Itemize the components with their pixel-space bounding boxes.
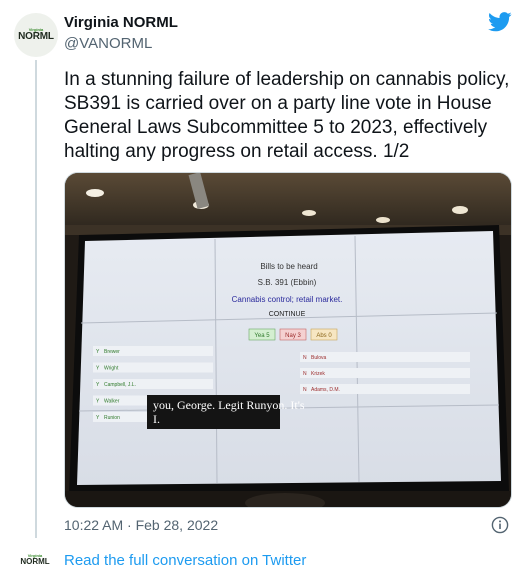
- account-handle[interactable]: @VANORML: [64, 35, 152, 52]
- ceiling-light: [86, 189, 104, 197]
- ceiling-light: [376, 217, 390, 223]
- footer-logo: Virginia NORML: [18, 549, 52, 571]
- tweet-card: Virginia NORML Virginia NORML @VANORML I…: [0, 0, 525, 581]
- thread-line: [35, 60, 37, 538]
- vote-name: Wright: [104, 366, 119, 372]
- avatar[interactable]: Virginia NORML: [14, 13, 58, 57]
- vote-name: Adams, D.M.: [311, 387, 340, 393]
- screen-bill: S.B. 391 (Ebbin): [258, 278, 317, 287]
- vote-name: Bulova: [311, 355, 327, 361]
- tweet-text: In a stunning failure of leadership on c…: [64, 69, 510, 162]
- screen-status: CONTINUE: [269, 311, 306, 318]
- abs-tally: Abs 0: [316, 333, 332, 339]
- ceiling-light: [452, 206, 468, 214]
- screen-heading: Bills to be heard: [260, 262, 317, 271]
- screen-subject: Cannabis control; retail market.: [232, 295, 343, 304]
- photo-scene: Bills to be heard S.B. 391 (Ebbin) Canna…: [65, 173, 511, 507]
- vote-row: [300, 368, 470, 378]
- account-name[interactable]: Virginia NORML: [64, 14, 178, 31]
- avatar-logo-text: NORML: [18, 30, 54, 42]
- vote-name: Campbell, J.L.: [104, 382, 136, 388]
- twitter-bird-icon[interactable]: [488, 12, 512, 32]
- vote-mark: N: [303, 371, 307, 377]
- yea-tally: Yea 5: [254, 333, 270, 339]
- tweet-timestamp[interactable]: 10:22 AM · Feb 28, 2022: [64, 517, 218, 533]
- read-conversation-link[interactable]: Read the full conversation on Twitter: [64, 552, 306, 569]
- tweet-photo[interactable]: Bills to be heard S.B. 391 (Ebbin) Canna…: [64, 172, 512, 508]
- vote-mark: N: [303, 387, 307, 393]
- footer-logo-text: NORML: [20, 557, 50, 566]
- vote-name: Walker: [104, 399, 120, 405]
- vote-name: Krizek: [311, 371, 325, 377]
- ceiling-light: [302, 210, 316, 216]
- info-icon[interactable]: [491, 516, 509, 534]
- vote-mark: N: [303, 355, 307, 361]
- nay-tally: Nay 3: [285, 333, 301, 339]
- caption-line-2: I.: [153, 412, 160, 426]
- vote-name: Brewer: [104, 349, 120, 355]
- nay-vote-list: N Bulova N Krizek N Adams, D.M.: [300, 352, 470, 394]
- vote-name: Runion: [104, 415, 120, 421]
- caption-line-1: you, George. Legit Runyon. It's: [153, 398, 305, 412]
